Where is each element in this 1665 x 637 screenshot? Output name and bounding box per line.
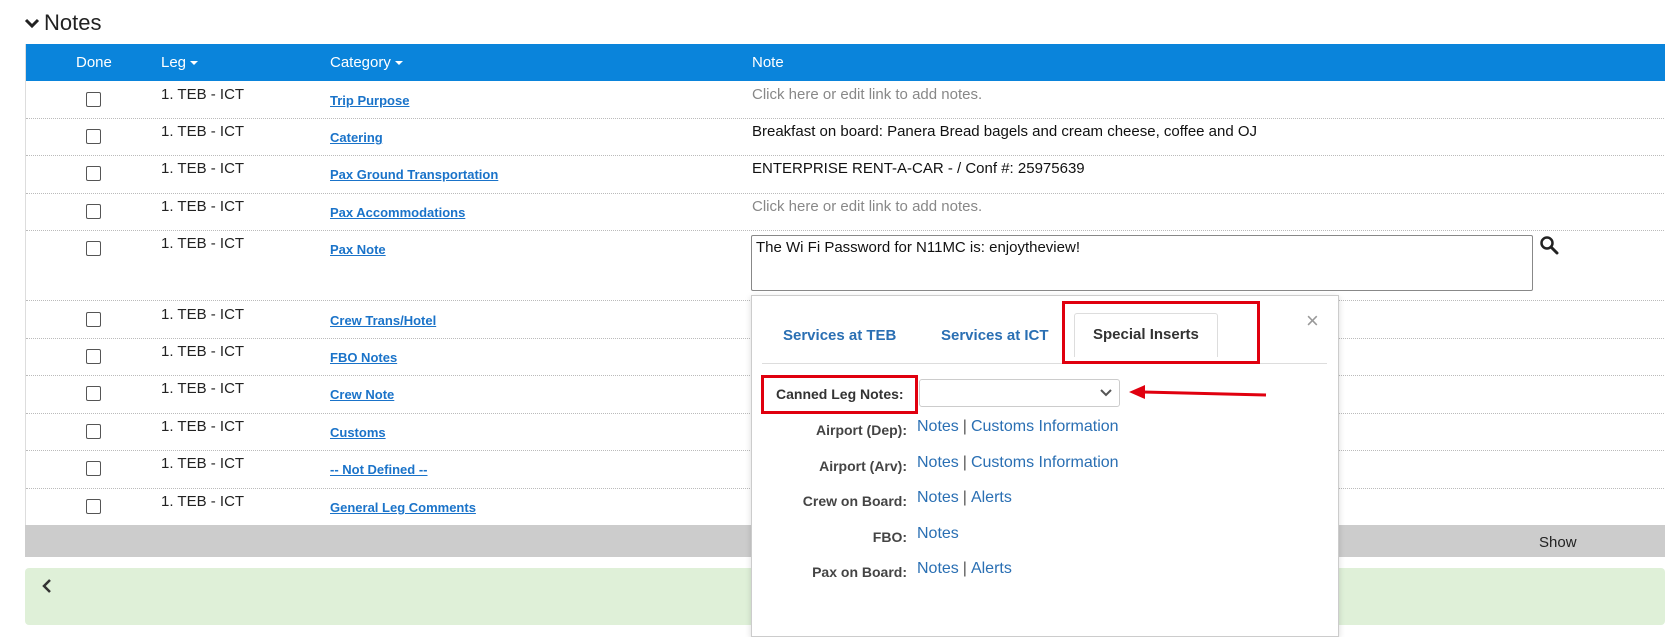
pax-on-board-row: Pax on Board: Notes | Alerts <box>752 560 1338 584</box>
airport-dep-notes-link[interactable]: Notes <box>917 418 959 435</box>
airport-arv-row: Airport (Arv): Notes | Customs Information <box>752 454 1338 478</box>
airport-dep-row: Airport (Dep): Notes | Customs Information <box>752 418 1338 442</box>
sort-caret-icon <box>394 61 403 66</box>
header-category-label: Category <box>330 54 391 71</box>
table-row: 1. TEB - ICT Trip Purpose Click here or … <box>26 81 1665 119</box>
header-note: Note <box>752 54 784 71</box>
leg-cell: 1. TEB - ICT <box>161 86 245 103</box>
note-cell[interactable]: Breakfast on board: Panera Bread bagels … <box>752 123 1257 140</box>
done-checkbox[interactable] <box>86 129 101 144</box>
category-link[interactable]: Crew Note <box>330 387 394 402</box>
header-leg-label: Leg <box>161 54 187 71</box>
highlight-box-tab <box>1062 301 1260 364</box>
tab-services-ict[interactable]: Services at ICT <box>941 327 1049 344</box>
done-checkbox[interactable] <box>86 166 101 181</box>
done-checkbox[interactable] <box>86 499 101 514</box>
airport-arv-customs-link[interactable]: Customs Information <box>971 454 1119 471</box>
category-link[interactable]: Trip Purpose <box>330 93 409 108</box>
leg-cell: 1. TEB - ICT <box>161 306 245 323</box>
pax-notes-link[interactable]: Notes <box>917 560 959 577</box>
link-separator: | <box>962 418 967 435</box>
note-cell[interactable]: Click here or edit link to add notes. <box>752 86 982 103</box>
leg-cell: 1. TEB - ICT <box>161 160 245 177</box>
link-separator: | <box>962 560 967 577</box>
pax-alerts-link[interactable]: Alerts <box>971 560 1012 577</box>
notes-section-header[interactable]: Notes <box>24 10 101 36</box>
airport-arv-label: Airport (Arv): <box>819 458 907 474</box>
canned-notes-label: Canned Leg Notes: <box>776 386 904 402</box>
header-leg[interactable]: Leg <box>161 54 199 71</box>
category-link[interactable]: -- Not Defined -- <box>330 462 427 477</box>
header-done: Done <box>76 54 112 71</box>
link-separator: | <box>962 454 967 471</box>
tab-services-teb[interactable]: Services at TEB <box>783 327 896 344</box>
leg-cell: 1. TEB - ICT <box>161 380 245 397</box>
page-size-label: Show <box>1539 534 1577 551</box>
done-checkbox[interactable] <box>86 461 101 476</box>
table-row: 1. TEB - ICT Pax Ground Transportation E… <box>26 155 1665 194</box>
leg-cell: 1. TEB - ICT <box>161 493 245 510</box>
fbo-label: FBO: <box>872 529 907 545</box>
done-checkbox[interactable] <box>86 349 101 364</box>
done-checkbox[interactable] <box>86 386 101 401</box>
chevron-down-icon <box>24 18 40 29</box>
pax-note-textarea[interactable]: The Wi Fi Password for N11MC is: enjoyth… <box>751 235 1533 291</box>
insert-popup: Services at TEB Services at ICT Special … <box>751 295 1339 637</box>
leg-cell: 1. TEB - ICT <box>161 455 245 472</box>
note-cell[interactable]: Click here or edit link to add notes. <box>752 198 982 215</box>
pax-on-board-label: Pax on Board: <box>812 564 907 580</box>
leg-cell: 1. TEB - ICT <box>161 198 245 215</box>
done-checkbox[interactable] <box>86 312 101 327</box>
category-link[interactable]: Catering <box>330 130 383 145</box>
table-row: 1. TEB - ICT Catering Breakfast on board… <box>26 118 1665 156</box>
category-link[interactable]: Pax Ground Transportation <box>330 167 498 182</box>
table-row: 1. TEB - ICT Pax Accommodations Click he… <box>26 193 1665 231</box>
category-link[interactable]: Pax Note <box>330 242 386 257</box>
done-checkbox[interactable] <box>86 204 101 219</box>
leg-cell: 1. TEB - ICT <box>161 235 245 252</box>
airport-arv-notes-link[interactable]: Notes <box>917 454 959 471</box>
sort-caret-icon <box>190 61 199 66</box>
section-title: Notes <box>44 10 102 35</box>
leg-cell: 1. TEB - ICT <box>161 343 245 360</box>
crew-alerts-link[interactable]: Alerts <box>971 489 1012 506</box>
chevron-down-icon <box>1100 389 1112 397</box>
header-category[interactable]: Category <box>330 54 403 71</box>
fbo-notes-link[interactable]: Notes <box>917 525 959 542</box>
crew-notes-link[interactable]: Notes <box>917 489 959 506</box>
crew-on-board-label: Crew on Board: <box>802 493 907 509</box>
done-checkbox[interactable] <box>86 92 101 107</box>
fbo-row: FBO: Notes <box>752 525 1338 549</box>
chevron-left-icon[interactable] <box>41 578 53 594</box>
leg-cell: 1. TEB - ICT <box>161 418 245 435</box>
crew-on-board-row: Crew on Board: Notes | Alerts <box>752 489 1338 513</box>
search-icon[interactable] <box>1539 235 1559 255</box>
airport-dep-customs-link[interactable]: Customs Information <box>971 418 1119 435</box>
canned-notes-select[interactable] <box>919 379 1120 407</box>
note-cell[interactable]: ENTERPRISE RENT-A-CAR - / Conf #: 259756… <box>752 160 1085 177</box>
done-checkbox[interactable] <box>86 424 101 439</box>
annotation-arrow-icon <box>1129 385 1267 399</box>
close-icon[interactable]: × <box>1306 308 1319 334</box>
category-link[interactable]: FBO Notes <box>330 350 397 365</box>
airport-dep-label: Airport (Dep): <box>816 422 907 438</box>
category-link[interactable]: Pax Accommodations <box>330 205 465 220</box>
link-separator: | <box>962 489 967 506</box>
category-link[interactable]: Crew Trans/Hotel <box>330 313 436 328</box>
category-link[interactable]: Customs <box>330 425 386 440</box>
done-checkbox[interactable] <box>86 241 101 256</box>
leg-cell: 1. TEB - ICT <box>161 123 245 140</box>
table-header: Done Leg Category Note <box>26 44 1665 81</box>
category-link[interactable]: General Leg Comments <box>330 500 476 515</box>
